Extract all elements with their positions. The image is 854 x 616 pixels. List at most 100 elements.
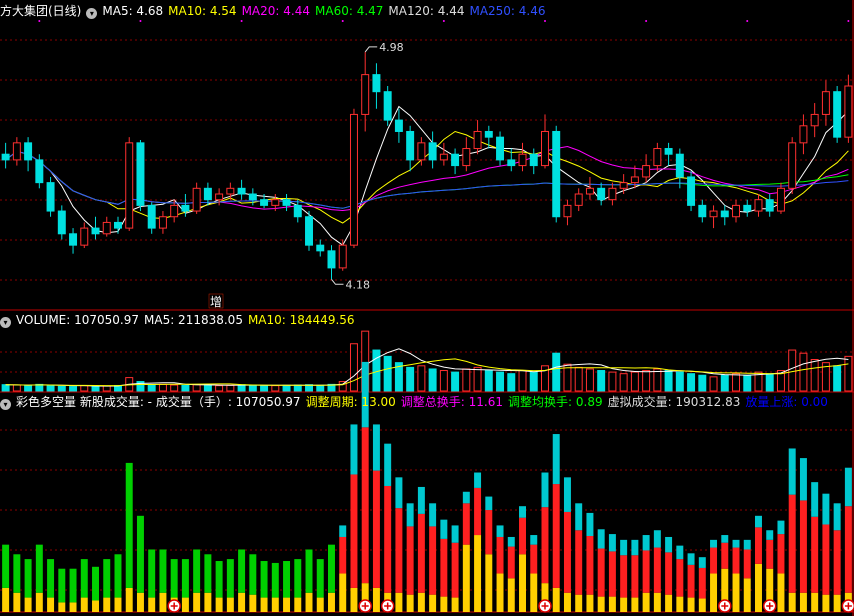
colored-volume-seg (755, 527, 762, 564)
colored-volume-seg (406, 594, 414, 612)
colored-volume-seg (440, 538, 448, 597)
colored-volume-seg (811, 592, 819, 612)
volume-bar (574, 366, 583, 392)
volume-title: VOLUME: 107050.97 (16, 313, 139, 327)
volume-bar (192, 384, 201, 392)
volume-bar (383, 355, 392, 392)
colored-volume-seg (204, 554, 212, 593)
candle-body (361, 74, 370, 115)
colored-volume-seg (485, 554, 493, 612)
colored-volume-seg (519, 554, 526, 612)
colored-volume-seg (69, 568, 77, 603)
colored-volume-seg (372, 470, 380, 588)
candle-body (810, 113, 819, 127)
candle-body (743, 204, 752, 212)
volume-bar (518, 370, 527, 392)
colored-volume-seg (58, 602, 66, 612)
volume-bar (203, 384, 212, 392)
colored-volume-seg (462, 503, 470, 545)
colored-volume-seg (676, 596, 684, 612)
volume-bar (720, 374, 729, 392)
vol-ma-legend: MA5: 211838.05 MA10: 184449.56 (144, 313, 360, 327)
candle-body (192, 187, 201, 212)
candle-body (496, 136, 505, 161)
colored-volume-seg (69, 602, 77, 612)
volume-bar (24, 384, 33, 392)
settings-icon[interactable]: ▾ (86, 8, 98, 19)
colored-volume-seg (372, 587, 380, 612)
colored-volume-seg (35, 544, 43, 593)
colored-volume-seg (608, 534, 616, 552)
colored-volume-seg (665, 536, 673, 553)
colored-volume-seg (575, 530, 583, 595)
colored-volume-seg (822, 524, 830, 595)
volume-bar (687, 373, 696, 392)
colored-volume-seg (799, 592, 807, 612)
colored-volume-seg (541, 507, 549, 584)
colored-volume-seg (417, 592, 425, 612)
candle-body (541, 130, 549, 167)
volume-bar (844, 355, 853, 392)
colored-volume-seg (653, 530, 661, 548)
candle-body (687, 176, 696, 206)
volume-bar (91, 385, 100, 392)
colored-volume-seg (687, 553, 695, 565)
candle-body (170, 204, 179, 218)
colored-volume-seg (597, 548, 605, 597)
colored-volume-seg (238, 592, 246, 612)
panel2-header: ▾ VOLUME: 107050.97 MA5: 211838.05 MA10: 18… (0, 312, 365, 328)
colored-volume-seg (698, 598, 706, 612)
colored-volume-seg (586, 594, 594, 612)
signal-dot (139, 20, 142, 22)
colored-volume-seg (339, 536, 347, 574)
candle-body (80, 227, 89, 246)
ma-label-2: MA20: 4.44 (241, 4, 310, 18)
volume-bar (417, 365, 426, 392)
volume-bar (462, 368, 471, 392)
candle-body (136, 142, 145, 206)
colored-volume-seg (260, 597, 268, 612)
volume-bar (147, 384, 156, 392)
colored-volume-seg (13, 592, 21, 612)
colored-volume-seg (799, 500, 807, 593)
colored-volume-seg (496, 525, 504, 537)
colored-volume-seg (429, 594, 437, 612)
colored-volume-seg (833, 503, 841, 531)
colored-volume-seg (148, 549, 156, 598)
colored-volume-seg (204, 592, 212, 612)
candle-body (473, 130, 482, 150)
candle-body (293, 204, 302, 218)
colored-volume-seg (799, 458, 807, 501)
settings-icon[interactable]: ▾ (0, 399, 11, 410)
colored-volume-seg (844, 506, 852, 593)
candle-body (642, 165, 651, 178)
colored-volume-seg (698, 567, 706, 599)
colored-volume-seg (519, 506, 526, 518)
candle-body (619, 182, 628, 189)
ma-label-5: MA250: 4.46 (469, 4, 546, 18)
volume-bar (260, 384, 269, 392)
candle-body (271, 199, 280, 206)
candle-body (102, 221, 111, 235)
colored-volume-seg (339, 525, 347, 537)
signal-dot (442, 20, 445, 22)
colored-volume-seg (114, 554, 122, 598)
colored-volume-seg (429, 526, 437, 595)
candle-body (754, 199, 763, 212)
colored-volume-seg (305, 549, 313, 593)
candle-body (833, 91, 842, 138)
high-pointer (364, 46, 378, 53)
candle-body (417, 142, 426, 161)
colored-volume-seg (597, 596, 605, 612)
ma-legend: MA5: 4.68 MA10: 4.54 MA20: 4.44 MA60: 4.47 M… (102, 4, 550, 18)
settings-icon[interactable]: ▾ (0, 317, 11, 328)
colored-volume-seg (496, 536, 504, 574)
volume-bar (507, 373, 516, 392)
colored-volume-seg (193, 549, 201, 593)
colored-volume-seg (743, 539, 751, 550)
colored-volume-seg (125, 462, 133, 588)
colored-volume-seg (462, 544, 470, 612)
colored-volume-seg (507, 536, 515, 547)
colored-volume-seg (249, 594, 257, 612)
volume-bar (170, 384, 179, 392)
